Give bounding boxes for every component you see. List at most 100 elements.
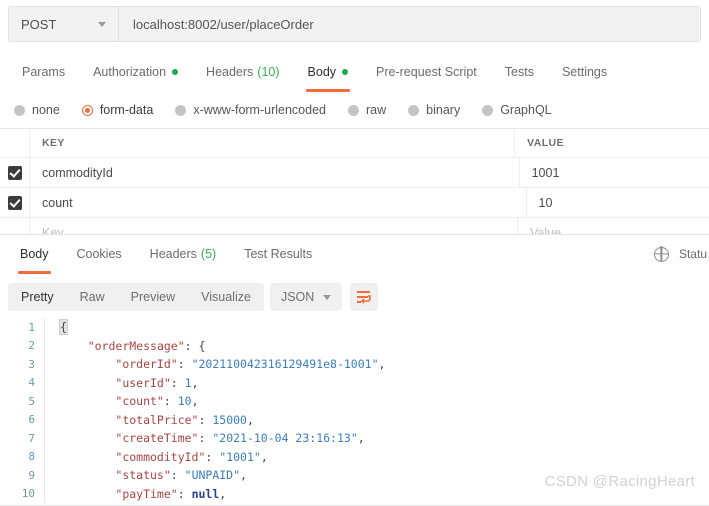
radio-button-icon	[81, 104, 93, 116]
request-tab-authorization[interactable]: Authorization	[79, 56, 192, 88]
request-tab-settings[interactable]: Settings	[548, 56, 621, 88]
request-tab-label: Authorization	[93, 65, 167, 79]
fold-gutter[interactable]	[44, 336, 58, 355]
code-text: "status": "UNPAID",	[58, 468, 247, 482]
body-type-radio-form-data[interactable]: form-data	[81, 103, 153, 117]
table-row[interactable]: count 10	[0, 188, 709, 218]
line-number: 4	[28, 376, 35, 390]
tab-status-dot-icon	[172, 69, 179, 75]
response-tab-label: Cookies	[76, 247, 122, 261]
row-key-input[interactable]: count	[30, 188, 527, 217]
code-token: ,	[191, 394, 199, 409]
row-key-input[interactable]: commodityId	[30, 158, 520, 187]
line-number: 7	[28, 431, 35, 445]
request-tab-params[interactable]: Params	[8, 56, 79, 88]
code-token: ,	[260, 449, 268, 464]
chevron-down-icon	[98, 21, 106, 27]
row-checkbox-cell[interactable]	[0, 188, 30, 217]
request-tab-headers[interactable]: Headers (10)	[192, 56, 293, 88]
body-type-radio-binary[interactable]: binary	[408, 103, 460, 117]
code-text: {	[58, 319, 68, 336]
line-number: 6	[28, 413, 35, 427]
response-tab-cookies[interactable]: Cookies	[63, 238, 136, 270]
radio-button-icon	[408, 104, 420, 116]
table-placeholder-row[interactable]: Key Value	[0, 218, 709, 234]
format-tab-visualize[interactable]: Visualize	[188, 283, 264, 311]
url-input[interactable]: localhost:8002/user/placeOrder	[119, 7, 700, 41]
chevron-down-icon	[323, 294, 332, 300]
fold-gutter[interactable]	[44, 373, 58, 392]
row-checkbox-cell[interactable]	[0, 158, 30, 187]
request-tab-tests[interactable]: Tests	[491, 56, 548, 88]
code-token: "createTime"	[115, 431, 199, 446]
fold-gutter[interactable]	[44, 466, 58, 485]
globe-icon[interactable]	[653, 246, 669, 262]
response-status-label: Statu	[678, 247, 707, 261]
placeholder-value-input[interactable]: Value	[518, 218, 709, 235]
watermark-text: CSDN @RacingHeart	[544, 473, 695, 490]
radio-button-icon	[175, 104, 187, 116]
column-header-key: KEY	[30, 129, 516, 157]
code-token: null	[191, 486, 220, 501]
request-tab-label: Params	[22, 65, 66, 79]
fold-gutter[interactable]	[44, 484, 58, 503]
response-tab-body[interactable]: Body	[6, 238, 63, 274]
table-row[interactable]: commodityId 1001	[0, 158, 709, 188]
code-line: 4 "userId": 1,	[0, 373, 709, 392]
code-text: "commodityId": "1001",	[58, 449, 268, 464]
body-type-radio-graphql[interactable]: GraphQL	[482, 103, 552, 117]
tab-status-dot-icon	[342, 69, 349, 75]
code-line: 2 "orderMessage": {	[0, 336, 709, 355]
code-token: :	[163, 394, 178, 409]
fold-gutter[interactable]	[44, 392, 58, 411]
body-type-radio-none[interactable]: none	[14, 103, 60, 117]
fold-gutter[interactable]	[44, 410, 58, 429]
body-type-radio-group: none form-data x-www-form-urlencoded raw bin…	[0, 96, 709, 124]
format-tab-pretty[interactable]: Pretty	[8, 283, 67, 311]
request-tab-body[interactable]: Body	[294, 56, 363, 92]
request-tab-pre-request-script[interactable]: Pre-request Script	[362, 56, 491, 88]
fold-gutter[interactable]	[44, 318, 58, 337]
http-method-selector[interactable]: POST	[9, 7, 119, 41]
format-tab-raw[interactable]: Raw	[67, 283, 118, 311]
code-text: "count": 10,	[58, 394, 199, 409]
code-token: "payTime"	[115, 486, 178, 501]
code-token: "totalPrice"	[115, 412, 199, 427]
row-value-input[interactable]: 10	[527, 188, 709, 217]
code-token: ,	[191, 375, 199, 390]
request-tab-label: Settings	[561, 65, 608, 79]
line-number: 9	[28, 468, 35, 482]
word-wrap-icon	[356, 291, 371, 304]
body-type-radio-x-www-form-urlencoded[interactable]: x-www-form-urlencoded	[175, 103, 326, 117]
placeholder-key-input[interactable]: Key	[30, 218, 518, 234]
word-wrap-toggle-button[interactable]	[350, 283, 379, 311]
row-value-input[interactable]: 1001	[520, 158, 709, 187]
code-token: 15000	[212, 412, 247, 427]
request-tab-bar: Params Authorization Headers (10) Body Pre-re…	[0, 56, 709, 92]
fold-gutter[interactable]	[44, 355, 58, 374]
code-token: "202110042316129491e8-1001"	[191, 357, 379, 372]
code-token: "UNPAID"	[184, 468, 241, 483]
response-tab-label: Headers	[149, 247, 197, 261]
response-tab-headers[interactable]: Headers (5)	[136, 238, 231, 270]
code-text: "createTime": "2021-10-04 23:16:13",	[58, 431, 365, 446]
checkbox-checked-icon[interactable]	[7, 165, 22, 180]
fold-gutter[interactable]	[44, 429, 58, 448]
url-text: localhost:8002/user/placeOrder	[133, 16, 314, 32]
code-token: "commodityId"	[115, 449, 206, 464]
body-type-radio-raw[interactable]: raw	[348, 103, 386, 117]
code-text: "totalPrice": 15000,	[58, 413, 254, 427]
code-token: "1001"	[219, 449, 261, 464]
response-tab-bar: Body Cookies Headers (5) Test Results	[0, 238, 709, 274]
code-token: :	[177, 357, 192, 372]
format-tab-preview[interactable]: Preview	[118, 283, 188, 311]
code-token: ,	[357, 431, 365, 446]
response-tab-test-results[interactable]: Test Results	[230, 238, 326, 270]
code-token: : {	[184, 338, 206, 353]
code-line: 3 "orderId": "202110042316129491e8-1001"…	[0, 355, 709, 374]
language-selector[interactable]: JSON	[269, 283, 343, 311]
fold-gutter[interactable]	[44, 447, 58, 466]
line-number: 3	[28, 357, 35, 371]
code-token: ,	[240, 468, 247, 483]
checkbox-checked-icon[interactable]	[7, 195, 22, 210]
